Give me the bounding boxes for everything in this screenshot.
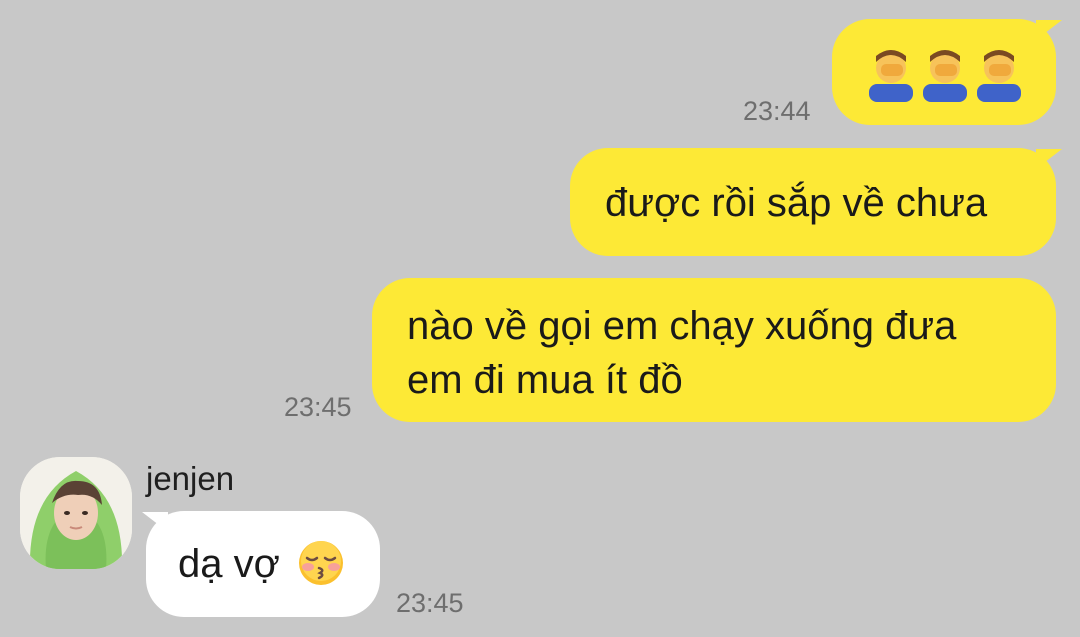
message-timestamp: 23:45	[284, 392, 352, 422]
person-facepalming-icon	[869, 50, 913, 102]
sender-name: jenjen	[146, 460, 235, 497]
sent-message-bubble[interactable]: nào về gọi em chạy xuống đưa em đi mua í…	[372, 278, 1056, 422]
kissing-face-closed-eyes-icon	[298, 541, 343, 586]
facepalm-emoji-group	[869, 50, 1021, 102]
person-facepalming-icon	[977, 50, 1021, 102]
received-message-bubble[interactable]: dạ vợ	[146, 511, 380, 617]
contact-photo	[20, 457, 132, 569]
avatar[interactable]	[20, 457, 132, 569]
message-text-line: em đi mua ít đồ	[407, 358, 683, 402]
message-text: được rồi sắp về chưa	[605, 181, 988, 225]
message-text: dạ vợ	[178, 536, 345, 592]
sent-message-bubble[interactable]	[832, 19, 1056, 125]
message-timestamp: 23:45	[396, 588, 464, 618]
message-text-content: dạ vợ	[178, 542, 280, 586]
sent-message-bubble[interactable]: được rồi sắp về chưa	[570, 148, 1056, 256]
bubble-tail	[1036, 20, 1062, 40]
bubble-tail	[1036, 149, 1062, 169]
message-text-line: nào về gọi em chạy xuống đưa	[407, 304, 957, 348]
message-timestamp: 23:44	[743, 96, 811, 126]
person-facepalming-icon	[923, 50, 967, 102]
